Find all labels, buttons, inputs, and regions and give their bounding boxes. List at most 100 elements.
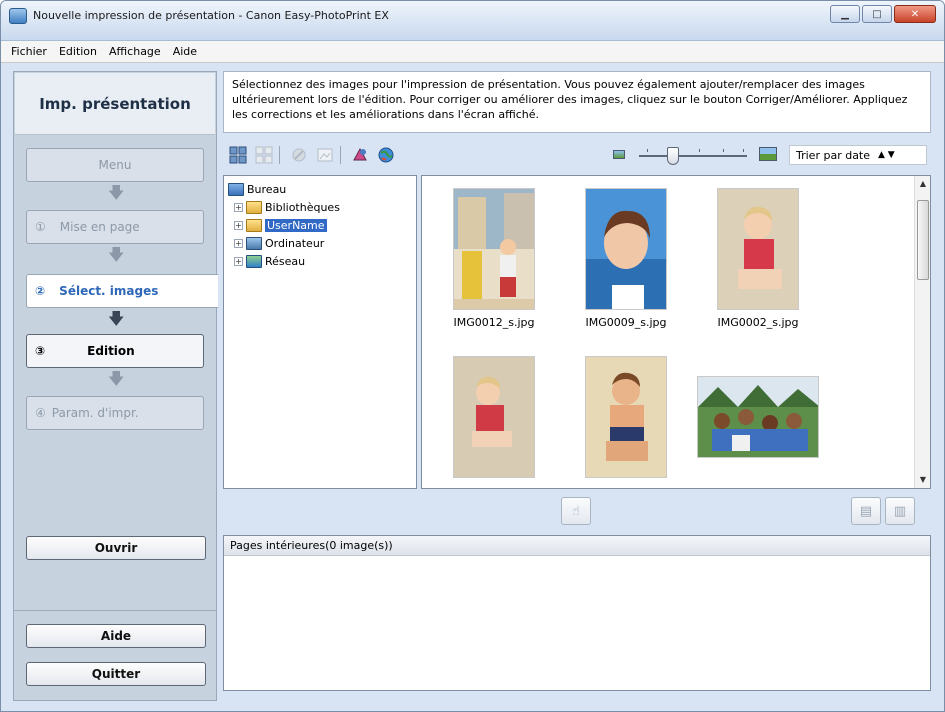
inner-pages-panel: Pages intérieures(0 image(s)) <box>223 535 931 691</box>
gallery-scrollbar[interactable]: ▲ ▼ <box>914 176 930 488</box>
slider-thumb[interactable] <box>667 147 679 165</box>
arrow-down-icon: 🡇 <box>108 309 125 328</box>
thumbnail-caption: IMG0012_s.jpg <box>453 316 535 329</box>
thumbnail-caption: IMG0009_s.jpg <box>585 316 667 329</box>
step-label: Param. d'impr. <box>51 406 139 420</box>
thumbnail-item[interactable] <box>566 356 686 484</box>
sidebar-title: Imp. présentation <box>15 73 215 135</box>
photo-thumbnail[interactable] <box>585 188 667 310</box>
main-panel: Sélectionnez des images pour l'impressio… <box>223 71 931 701</box>
menu-step-label: Menu <box>98 158 132 172</box>
app-icon <box>9 8 27 24</box>
toolbar: Trier par date ▲ ▼ <box>223 141 931 169</box>
open-button[interactable]: Ouvrir <box>26 536 206 560</box>
arrow-down-icon: 🡇 <box>108 183 125 202</box>
menu-fichier[interactable]: Fichier <box>5 45 53 58</box>
close-button[interactable]: ✕ <box>894 5 936 23</box>
instructions-text: Sélectionnez des images pour l'impressio… <box>223 71 931 133</box>
step-number: ② <box>35 284 46 298</box>
step-label: Mise en page <box>59 220 140 234</box>
select-all-icon[interactable] <box>227 144 249 166</box>
step-label: Edition <box>87 344 135 358</box>
scroll-down-icon[interactable]: ▼ <box>917 474 929 486</box>
thumbnail-item[interactable]: IMG0009_s.jpg <box>566 188 686 329</box>
folder-icon <box>246 200 262 214</box>
thumbnail-item[interactable]: IMG0002_s.jpg <box>698 188 818 329</box>
window-controls: ▁ □ ✕ <box>830 5 936 23</box>
user-folder-icon <box>246 218 262 232</box>
step-label: Sélect. images <box>59 284 159 298</box>
photo-tools-icon[interactable] <box>349 144 371 166</box>
tree-item-bureau[interactable]: Bureau <box>228 180 412 198</box>
correct-enhance-icon[interactable] <box>288 144 310 166</box>
globe-icon[interactable] <box>375 144 397 166</box>
add-image-button[interactable]: ☝ <box>561 497 591 525</box>
action-row: ☝ ▤ ▥ <box>223 495 931 527</box>
minimize-button[interactable]: ▁ <box>830 5 860 23</box>
tree-item-bibliotheques[interactable]: + Bibliothèques <box>228 198 412 216</box>
photo-thumbnail[interactable] <box>717 188 799 310</box>
small-thumbnail-icon <box>613 150 625 159</box>
thumbnail-item[interactable] <box>697 376 819 464</box>
tree-item-username[interactable]: + UserName <box>228 216 412 234</box>
step-select-images[interactable]: ② Sélect. images <box>26 274 218 308</box>
quit-button[interactable]: Quitter <box>26 662 206 686</box>
tree-item-label: Ordinateur <box>265 236 325 250</box>
thumbnail-caption: IMG0002_s.jpg <box>717 316 799 329</box>
menu-step-button[interactable]: Menu <box>26 148 204 182</box>
images-stack-icon: ▥ <box>893 503 907 519</box>
expand-icon[interactable]: + <box>234 220 243 230</box>
step-number: ① <box>35 220 46 234</box>
deselect-all-icon[interactable] <box>253 144 275 166</box>
move-to-top-button[interactable]: ▤ <box>851 497 881 525</box>
step-mise-en-page[interactable]: ① Mise en page <box>26 210 204 244</box>
step-number: ③ <box>35 344 46 358</box>
scroll-up-icon[interactable]: ▲ <box>917 178 929 190</box>
inner-pages-header: Pages intérieures(0 image(s)) <box>224 536 930 556</box>
image-info-icon[interactable] <box>314 144 336 166</box>
thumbnail-item[interactable]: IMG0012_s.jpg <box>434 188 554 329</box>
scrollbar-thumb[interactable] <box>917 200 929 280</box>
app-window: Nouvelle impression de présentation - Ca… <box>0 0 945 712</box>
thumbnail-item[interactable] <box>434 356 554 484</box>
sort-dropdown[interactable]: Trier par date ▲ ▼ <box>789 145 927 165</box>
tree-item-label: Bibliothèques <box>265 200 340 214</box>
window-title: Nouvelle impression de présentation - Ca… <box>33 9 389 22</box>
image-gallery: IMG0012_s.jpg IMG0009_s.jpg IMG0002_s.jp… <box>421 175 931 489</box>
expand-icon[interactable]: + <box>234 202 243 212</box>
menu-aide[interactable]: Aide <box>167 45 203 58</box>
tree-item-label: Réseau <box>265 254 306 268</box>
remove-all-button[interactable]: ▥ <box>885 497 915 525</box>
desktop-icon <box>228 182 244 196</box>
expand-icon[interactable]: + <box>234 256 243 266</box>
photo-thumbnail[interactable] <box>585 356 667 478</box>
sidebar: Imp. présentation Menu 🡇 ① Mise en page … <box>13 71 218 701</box>
help-button[interactable]: Aide <box>26 624 206 648</box>
step-param-impr[interactable]: ④ Param. d'impr. <box>26 396 204 430</box>
sort-label: Trier par date <box>796 148 871 162</box>
thumbnail-size-slider[interactable] <box>611 145 781 165</box>
photo-thumbnail[interactable] <box>453 356 535 478</box>
slider-track <box>639 155 747 157</box>
tree-item-ordinateur[interactable]: + Ordinateur <box>228 234 412 252</box>
arrow-down-icon: 🡇 <box>108 369 125 388</box>
computer-icon <box>246 236 262 250</box>
network-icon <box>246 254 262 268</box>
sort-order-icon[interactable]: ▲ ▼ <box>878 150 895 160</box>
arrow-down-icon: 🡇 <box>108 245 125 264</box>
toolbar-separator <box>340 146 341 164</box>
sidebar-divider <box>14 610 216 611</box>
step-edition[interactable]: ③ Edition <box>26 334 204 368</box>
menu-edition[interactable]: Edition <box>53 45 103 58</box>
photo-thumbnail[interactable] <box>697 376 819 458</box>
photo-thumbnail[interactable] <box>453 188 535 310</box>
toolbar-separator <box>279 146 280 164</box>
tree-item-label: Bureau <box>247 182 287 196</box>
step-number: ④ <box>35 406 46 420</box>
image-up-icon: ▤ <box>859 503 873 519</box>
menu-affichage[interactable]: Affichage <box>103 45 167 58</box>
large-thumbnail-icon <box>759 147 777 161</box>
maximize-button[interactable]: □ <box>862 5 892 23</box>
tree-item-reseau[interactable]: + Réseau <box>228 252 412 270</box>
expand-icon[interactable]: + <box>234 238 243 248</box>
